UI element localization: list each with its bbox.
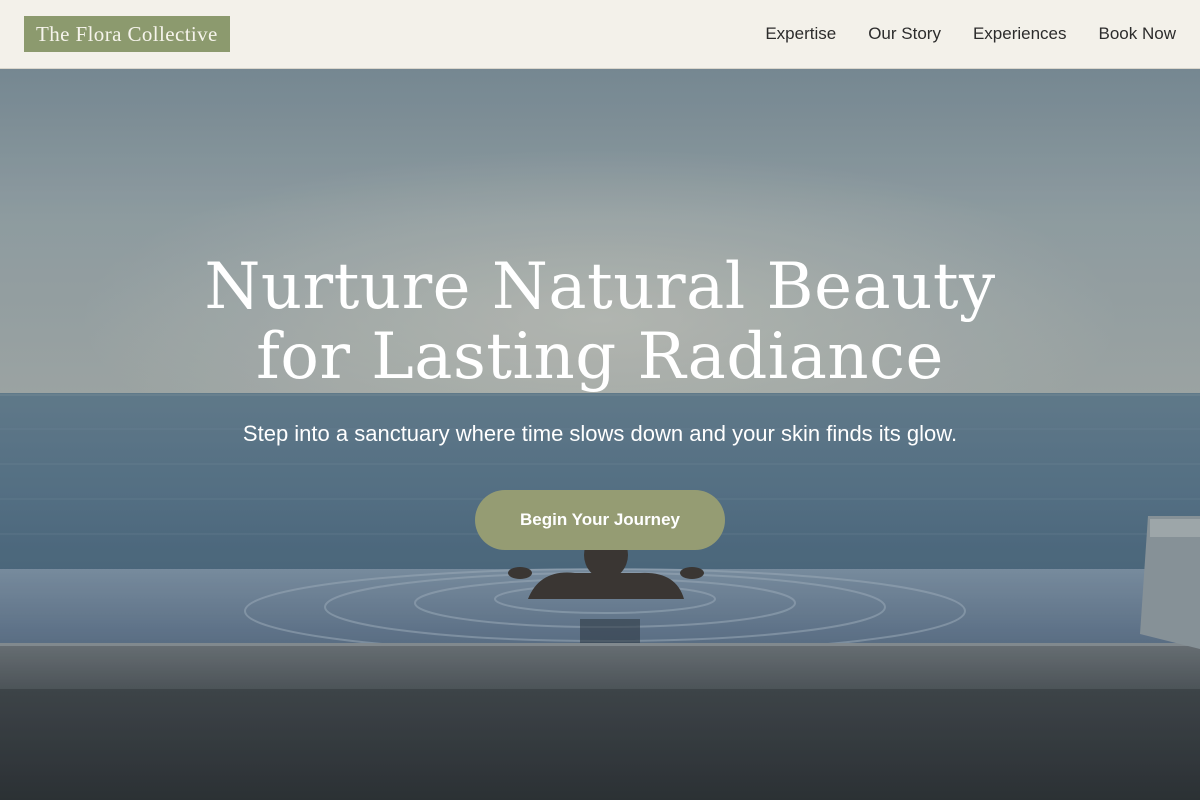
hero-subtitle: Step into a sanctuary where time slows d… (242, 421, 958, 446)
main-nav: Expertise Our Story Experiences Book Now (765, 0, 1176, 68)
hero-title-line-2: for Lasting Radiance (256, 320, 944, 394)
brand-logo[interactable]: The Flora Collective (24, 16, 230, 52)
page: The Flora Collective Expertise Our Story… (0, 0, 1200, 800)
nav-link-book-now[interactable]: Book Now (1099, 24, 1176, 44)
hero-section: Nurture Natural Beauty for Lasting Radia… (0, 69, 1200, 800)
nav-link-our-story[interactable]: Our Story (868, 24, 941, 44)
hero-title: Nurture Natural Beauty for Lasting Radia… (100, 252, 1100, 392)
begin-journey-button[interactable]: Begin Your Journey (475, 490, 725, 550)
nav-link-expertise[interactable]: Expertise (765, 24, 836, 44)
hero-title-line-1: Nurture Natural Beauty (204, 250, 996, 324)
site-header: The Flora Collective Expertise Our Story… (0, 0, 1200, 69)
nav-link-experiences[interactable]: Experiences (973, 24, 1067, 44)
